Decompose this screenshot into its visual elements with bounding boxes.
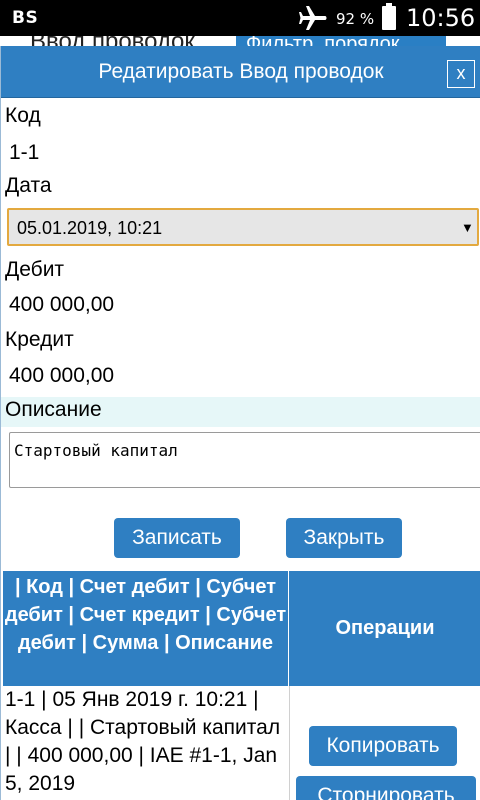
- dialog-title: Редатировать Ввод проводок: [98, 60, 384, 83]
- clock: 10:56: [406, 4, 476, 32]
- table-row-operations: Копировать Сторнировать: [289, 686, 480, 800]
- code-label: Код: [5, 104, 41, 127]
- save-button[interactable]: Записать: [114, 518, 240, 558]
- airplane-mode-icon: [299, 6, 327, 30]
- battery-icon: [382, 3, 396, 30]
- storno-button[interactable]: Сторнировать: [296, 776, 476, 800]
- copy-button[interactable]: Копировать: [309, 726, 457, 766]
- debit-value: 400 000,00: [9, 293, 115, 316]
- status-bar: BS 92 % 10:56: [0, 0, 480, 36]
- date-select-value: 05.01.2019, 10:21: [17, 218, 163, 238]
- dialog-close-button[interactable]: x: [447, 60, 475, 88]
- close-button[interactable]: Закрыть: [286, 518, 402, 558]
- debit-label: Дебит: [5, 258, 65, 281]
- credit-label: Кредит: [5, 328, 74, 351]
- table-header-operations: Операции: [289, 571, 480, 686]
- dialog-header: Редатировать Ввод проводок x: [1, 46, 480, 98]
- table-row: 1-1 | 05 Янв 2019 г. 10:21 | Касса | | С…: [5, 688, 281, 795]
- date-label: Дата: [5, 174, 52, 197]
- description-textarea[interactable]: Стартовый капитал: [9, 432, 480, 488]
- date-select[interactable]: 05.01.2019, 10:21 ▼: [7, 208, 479, 246]
- dropdown-arrow-icon: ▼: [461, 220, 474, 235]
- code-value: 1-1: [9, 141, 40, 164]
- credit-value: 400 000,00: [9, 364, 115, 387]
- edit-dialog: Редатировать Ввод проводок x Код 1-1 Дат…: [0, 46, 480, 800]
- description-label: Описание: [5, 398, 102, 421]
- carrier-label: BS: [12, 8, 39, 28]
- table-header-main: | Код | Счет дебит | Субчет дебит | Счет…: [3, 571, 288, 686]
- battery-percent: 92 %: [336, 10, 375, 28]
